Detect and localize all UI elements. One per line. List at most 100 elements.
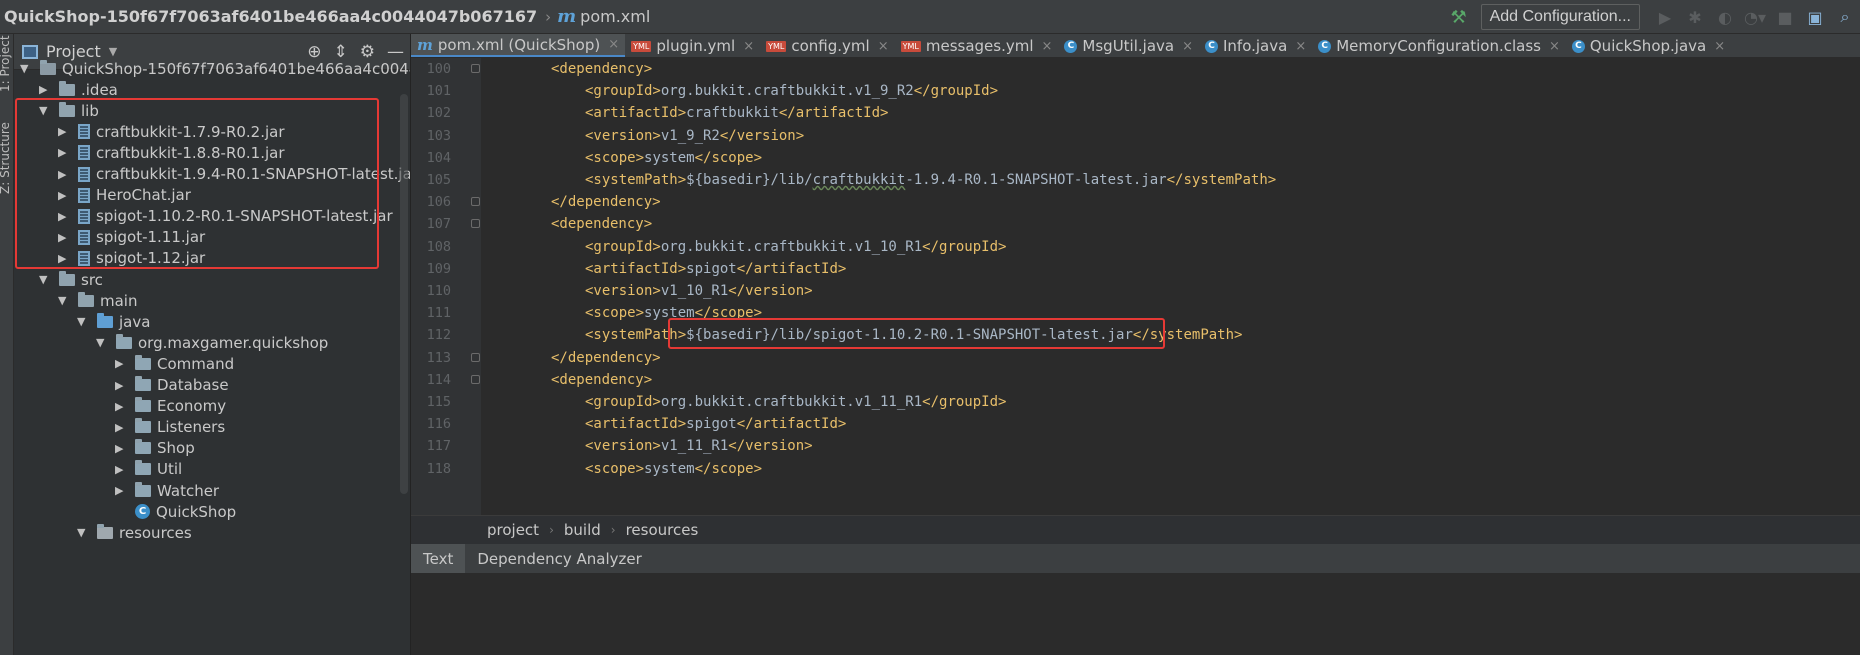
tab-label: MsgUtil.java <box>1082 37 1175 55</box>
tree-item[interactable]: ▶ Economy <box>115 396 226 417</box>
collapse-arrow-icon[interactable]: ▶ <box>115 442 129 455</box>
collapse-arrow-icon[interactable]: ▶ <box>115 400 129 413</box>
stop-icon[interactable]: ■ <box>1770 8 1800 27</box>
bottom-area <box>411 573 1860 655</box>
project-structure-icon[interactable]: ▣ <box>1800 8 1830 27</box>
fold-marker-icon[interactable] <box>471 64 480 73</box>
code-line[interactable]: <dependency> <box>551 369 652 391</box>
editor-tab[interactable]: C QuickShop.java × <box>1566 34 1731 57</box>
code-line[interactable]: <dependency> <box>551 213 652 235</box>
fold-marker-icon[interactable] <box>471 374 480 384</box>
code-line[interactable]: <version>v1_11_R1</version> <box>585 435 813 457</box>
fold-marker-icon[interactable] <box>471 219 480 229</box>
class-icon: C <box>135 504 150 520</box>
bottom-tab[interactable]: Text <box>411 544 466 573</box>
code-line[interactable]: <scope>system</scope> <box>585 147 762 169</box>
breadcrumb-item[interactable]: build <box>564 521 601 539</box>
editor-tab[interactable]: YML messages.yml × <box>895 34 1059 57</box>
collapse-arrow-icon[interactable]: ▶ <box>115 379 129 392</box>
expand-arrow-icon[interactable]: ▼ <box>39 273 53 286</box>
add-configuration-button[interactable]: Add Configuration... <box>1480 4 1640 30</box>
close-icon[interactable]: × <box>743 39 754 54</box>
package-icon <box>135 439 151 455</box>
code-line[interactable]: <groupId>org.bukkit.craftbukkit.v1_10_R1… <box>585 236 1006 258</box>
code-line[interactable]: <scope>system</scope> <box>585 458 762 480</box>
line-number: 114 <box>426 371 451 388</box>
breadcrumb-file[interactable]: pom.xml <box>580 7 650 26</box>
editor-tab[interactable]: C Info.java × <box>1199 34 1312 57</box>
line-number: 103 <box>426 127 451 144</box>
close-icon[interactable]: × <box>1182 39 1193 54</box>
collapse-arrow-icon[interactable]: ▶ <box>115 421 129 434</box>
collapse-arrow-icon[interactable]: ▶ <box>115 357 129 370</box>
tree-item[interactable]: ▶ Shop <box>115 438 195 459</box>
fold-marker-icon[interactable] <box>471 352 480 362</box>
run-icon[interactable]: ▶ <box>1650 8 1680 27</box>
tree-item[interactable]: ▶ Listeners <box>115 417 225 438</box>
close-icon[interactable]: × <box>608 37 619 52</box>
xml-text: spigot <box>686 416 737 433</box>
tree-item[interactable]: ▼ QuickShop-150f67f7063af6401be466aa4c004… <box>20 58 410 79</box>
code-line[interactable]: <version>v1_9_R2</version> <box>585 125 804 147</box>
code-area[interactable]: <dependency> <groupId>org.bukkit.craftbuk… <box>481 58 1860 515</box>
tree-item-label: .idea <box>81 80 118 99</box>
editor-tab[interactable]: C MsgUtil.java × <box>1058 34 1199 57</box>
tree-item[interactable]: ▼ resources <box>77 522 192 543</box>
tree-item[interactable]: ▶ Database <box>115 375 229 396</box>
editor-tab[interactable]: YML config.yml × <box>760 34 894 57</box>
breadcrumb-project[interactable]: QuickShop-150f67f7063af6401be466aa4c0044… <box>0 7 537 26</box>
tree-item[interactable]: ▼ src <box>39 269 103 290</box>
code-line[interactable]: <artifactId>craftbukkit</artifactId> <box>585 102 888 124</box>
xml-text: craftbukkit <box>686 105 779 122</box>
project-tool-tab[interactable]: 1: Project <box>0 35 12 92</box>
close-icon[interactable]: × <box>1714 39 1725 54</box>
expand-arrow-icon[interactable]: ▼ <box>20 62 34 75</box>
expand-arrow-icon[interactable]: ▼ <box>77 526 91 539</box>
editor-tab[interactable]: YML plugin.yml × <box>625 34 760 57</box>
expand-arrow-icon[interactable]: ▼ <box>96 336 110 349</box>
code-line[interactable]: </dependency> <box>551 347 661 369</box>
code-line[interactable]: <dependency> <box>551 58 652 80</box>
tree-item[interactable]: ▶ Command <box>115 353 234 374</box>
collapse-arrow-icon[interactable]: ▶ <box>115 463 129 476</box>
coverage-icon[interactable]: ◐ <box>1710 8 1740 27</box>
tree-item[interactable]: ▼ main <box>58 290 137 311</box>
debug-icon[interactable]: ✱ <box>1680 8 1710 27</box>
tree-item[interactable]: ▶ Watcher <box>115 480 219 501</box>
tree-item[interactable]: ▼ org.maxgamer.quickshop <box>96 332 328 353</box>
fold-marker-icon[interactable] <box>471 197 480 207</box>
search-icon[interactable]: ⌕ <box>1830 7 1860 27</box>
code-line[interactable]: <groupId>org.bukkit.craftbukkit.v1_9_R2<… <box>585 80 998 102</box>
code-line[interactable]: <artifactId>spigot</artifactId> <box>585 258 846 280</box>
code-line[interactable]: <artifactId>spigot</artifactId> <box>585 413 846 435</box>
structure-tool-tab[interactable]: Z: Structure <box>0 122 12 194</box>
editor-tab[interactable]: C MemoryConfiguration.class × <box>1312 34 1566 57</box>
code-line[interactable]: <groupId>org.bukkit.craftbukkit.v1_11_R1… <box>585 391 1006 413</box>
close-icon[interactable]: × <box>1042 39 1053 54</box>
breadcrumb-item[interactable]: project <box>487 521 539 539</box>
bottom-tab[interactable]: Dependency Analyzer <box>465 544 653 573</box>
maven-icon: m <box>557 6 577 27</box>
close-icon[interactable]: × <box>1549 39 1560 54</box>
build-hammer-icon[interactable]: ⚒ <box>1450 7 1466 28</box>
expand-arrow-icon[interactable]: ▼ <box>77 315 91 328</box>
tree-item[interactable]: ▶ .idea <box>39 79 118 100</box>
collapse-arrow-icon[interactable]: ▶ <box>39 83 53 96</box>
code-line[interactable]: <version>v1_10_R1</version> <box>585 280 813 302</box>
profile-icon[interactable]: ◔▾ <box>1740 8 1770 27</box>
tree-item[interactable]: ▶ Util <box>115 459 182 480</box>
collapse-arrow-icon[interactable]: ▶ <box>115 484 129 497</box>
tree-item[interactable]: ▼ java <box>77 311 150 332</box>
chevron-down-icon[interactable]: ▼ <box>109 45 117 58</box>
xml-close-tag: </version> <box>728 438 813 455</box>
expand-arrow-icon[interactable]: ▼ <box>58 294 72 307</box>
scrollbar[interactable] <box>400 94 408 494</box>
tree-item[interactable]: C QuickShop <box>115 501 236 522</box>
close-icon[interactable]: × <box>878 39 889 54</box>
editor-tab[interactable]: m pom.xml (QuickShop) × <box>411 34 626 57</box>
code-line[interactable]: <systemPath>${basedir}/lib/craftbukkit-1… <box>585 169 1276 191</box>
close-icon[interactable]: × <box>1295 39 1306 54</box>
code-line[interactable]: </dependency> <box>551 191 661 213</box>
breadcrumb-item[interactable]: resources <box>626 521 699 539</box>
editor-tabs: m pom.xml (QuickShop) × YML plugin.yml × YML co… <box>411 34 1860 58</box>
